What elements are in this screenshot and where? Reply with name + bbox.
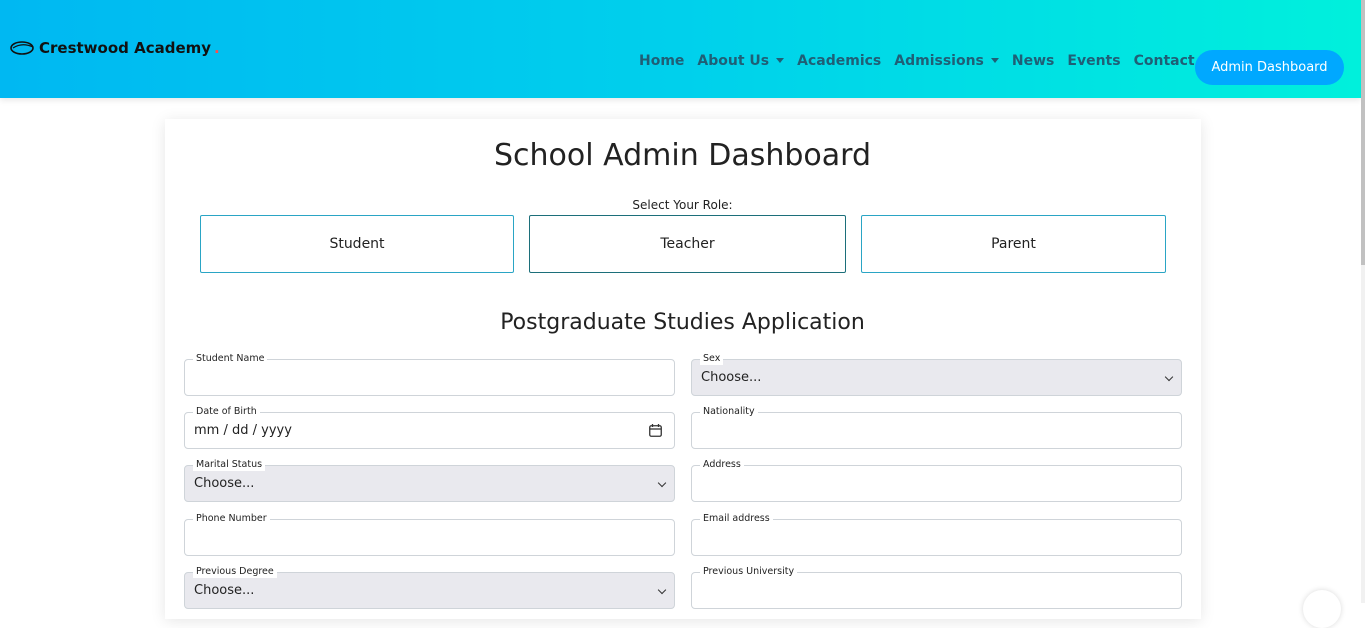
chevron-down-icon: [657, 585, 667, 595]
nationality-label: Nationality: [700, 406, 758, 418]
phone-number-field[interactable]: Phone Number: [184, 513, 675, 556]
student-name-input[interactable]: [194, 368, 663, 388]
date-of-birth-field[interactable]: Date of Birth mm / dd / yyyy: [184, 406, 675, 449]
sex-label: Sex: [700, 353, 724, 365]
date-of-birth-placeholder: mm / dd / yyyy: [194, 423, 292, 438]
nav-academics[interactable]: Academics: [797, 53, 881, 69]
brand-name: Crestwood Academy: [39, 39, 212, 57]
previous-university-label: Previous University: [700, 566, 798, 578]
role-teacher-button[interactable]: Teacher: [529, 215, 846, 273]
page-scrollbar[interactable]: [1361, 0, 1365, 603]
scroll-to-top-button[interactable]: [1303, 590, 1341, 628]
marital-status-select[interactable]: Marital Status Choose...: [184, 459, 675, 502]
caret-down-icon: [776, 57, 785, 63]
crescent-logo-icon: [10, 41, 34, 55]
previous-degree-select[interactable]: Previous Degree Choose...: [184, 566, 675, 609]
previous-degree-value: Choose...: [194, 583, 255, 598]
caret-down-icon: [990, 57, 999, 63]
page-title: School Admin Dashboard: [493, 138, 872, 173]
previous-degree-label: Previous Degree: [193, 566, 277, 578]
scrollbar-thumb[interactable]: [1361, 0, 1365, 265]
nav-events[interactable]: Events: [1067, 53, 1120, 69]
nav-about-us[interactable]: About Us: [697, 53, 785, 69]
main-nav: Home About Us Academics Admissions News …: [639, 52, 1219, 70]
form-title: Postgraduate Studies Application: [500, 310, 865, 335]
previous-university-input[interactable]: [701, 581, 1170, 601]
nav-admissions-label: Admissions: [894, 53, 984, 69]
chevron-down-icon: [1164, 372, 1174, 382]
sex-select[interactable]: Sex Choose...: [691, 353, 1182, 396]
nav-news[interactable]: News: [1012, 53, 1054, 69]
address-label: Address: [700, 459, 744, 471]
student-name-field[interactable]: Student Name: [184, 353, 675, 396]
nationality-input[interactable]: [701, 421, 1170, 441]
email-input[interactable]: [701, 528, 1170, 548]
marital-status-label: Marital Status: [193, 459, 266, 471]
marital-status-value: Choose...: [194, 476, 255, 491]
email-field[interactable]: Email address: [691, 513, 1182, 556]
date-of-birth-label: Date of Birth: [193, 406, 260, 418]
brand-logo[interactable]: Crestwood Academy.: [10, 38, 220, 58]
role-student-button[interactable]: Student: [200, 215, 514, 273]
nationality-field[interactable]: Nationality: [691, 406, 1182, 449]
student-name-label: Student Name: [193, 353, 268, 365]
address-input[interactable]: [701, 474, 1170, 494]
role-parent-button[interactable]: Parent: [861, 215, 1166, 273]
phone-number-input[interactable]: [194, 528, 663, 548]
nav-admissions[interactable]: Admissions: [894, 53, 999, 69]
address-field[interactable]: Address: [691, 459, 1182, 502]
nav-about-us-label: About Us: [697, 53, 770, 69]
brand-dot: .: [214, 39, 220, 57]
phone-number-label: Phone Number: [193, 513, 270, 525]
role-label: Select Your Role:: [632, 198, 733, 212]
previous-university-field[interactable]: Previous University: [691, 566, 1182, 609]
sex-value: Choose...: [701, 370, 762, 385]
chevron-down-icon: [657, 478, 667, 488]
admin-dashboard-button[interactable]: Admin Dashboard: [1195, 50, 1344, 85]
email-label: Email address: [700, 513, 773, 525]
top-navbar: Crestwood Academy. Home About Us Academi…: [0, 0, 1361, 98]
nav-home[interactable]: Home: [639, 53, 684, 69]
calendar-icon[interactable]: [649, 424, 662, 437]
